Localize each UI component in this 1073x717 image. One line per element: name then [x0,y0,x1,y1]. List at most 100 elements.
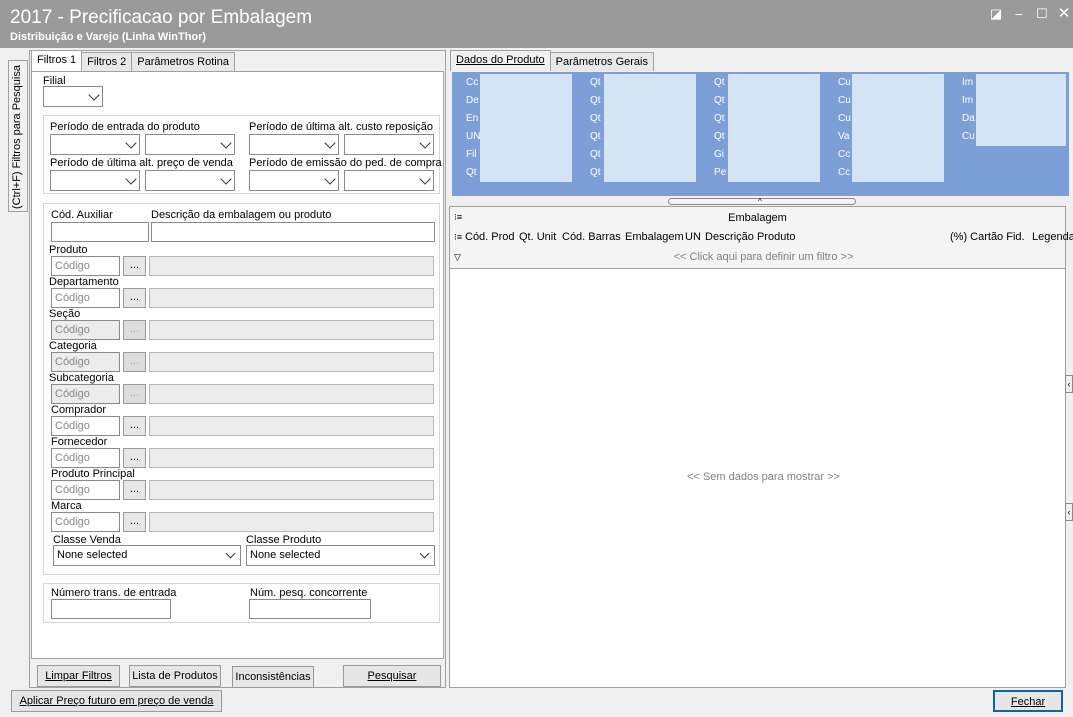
entrada-end-date[interactable] [145,134,235,155]
secao-label: Seção [49,308,81,320]
marca-description [149,512,434,532]
field-card: Gi [700,146,820,164]
chevron-down-icon [324,173,336,185]
field-label: Cc [824,164,852,182]
tab-dados-produto[interactable]: Dados do Produto [450,50,551,71]
inconsistencias-button[interactable]: Inconsistências [232,666,314,688]
periodo-ult-custo-label: Período de última alt. custo reposição [249,121,434,133]
limpar-filtros-button[interactable]: Limpar Filtros [37,665,120,687]
field-label: Qt [452,164,480,182]
maximize-icon[interactable]: ☐ [1033,6,1051,22]
desc-emb-input[interactable] [151,222,435,242]
secao-code-input[interactable]: Código [51,320,120,340]
cod-aux-label: Cód. Auxiliar [51,209,113,221]
preco-end-date[interactable] [145,170,235,191]
filter-hint[interactable]: << Click aqui para definir um filtro >> [450,251,1073,263]
chevron-down-icon [419,137,431,149]
subcategoria-lookup-button[interactable]: ... [123,384,146,404]
tab-parametros-rotina[interactable]: Parâmetros Rotina [131,52,235,71]
embalagem-grid[interactable]: ⁝≡ Embalagem ⁝≡ Cód. Prod Qt. Unit Cód. Ba… [449,206,1073,688]
field-card: Va [824,128,944,146]
close-icon[interactable]: ✕ [1055,6,1073,22]
product-data-cards: Cc De En UN Fil Qt Qt Qt Qt Qt Qt Qt Qt Qt Qt Qt Gi Pe Cu C… [452,72,1069,196]
fornecedor-code-input[interactable]: Código [51,448,120,468]
aplicar-preco-futuro-button[interactable]: Aplicar Preço futuro em preço de venda [11,690,222,712]
classe-venda-select[interactable]: None selected [53,545,241,566]
field-label: Qt [576,128,604,146]
column-header[interactable]: Legenda [1032,231,1073,243]
grid-header: ⁝≡ Embalagem ⁝≡ Cód. Prod Qt. Unit Cód. Ba… [450,207,1073,269]
field-card: Cu [948,128,1066,146]
field-label: UN [452,128,480,146]
column-header[interactable]: (%) Cartão Fid. [950,231,1025,243]
lista-produtos-button[interactable]: Lista de Produtos [129,665,221,687]
cod-aux-input[interactable] [51,222,149,242]
field-card: Qt [700,74,820,92]
subcategoria-code-input[interactable]: Código [51,384,120,404]
search-filters-side-tab[interactable]: (Ctrl+F) Filtros para Pesquisa [8,60,28,212]
column-header[interactable]: Descrição Produto [705,231,796,243]
tab-filtros-1[interactable]: Filtros 1 [31,50,83,71]
collapse-left-icon[interactable]: ‹ [1065,375,1073,393]
filial-combo[interactable] [43,86,103,107]
minimize-icon[interactable]: – [1010,6,1028,22]
produto-lookup-button[interactable]: ... [123,256,146,276]
emissao-end-date[interactable] [344,170,434,191]
tab-filtros-2[interactable]: Filtros 2 [81,52,133,71]
tab-parametros-gerais[interactable]: Parâmetros Gerais [549,52,654,71]
departamento-code-input[interactable]: Código [51,288,120,308]
splitter-handle[interactable]: ^ [668,197,856,206]
pesquisar-button[interactable]: Pesquisar [343,665,441,687]
field-card: Qt [452,164,572,182]
preco-start-date[interactable] [50,170,140,191]
field-card: Qt [700,110,820,128]
fechar-button[interactable]: Fechar [993,690,1063,712]
subcategoria-description [149,384,434,404]
restore-window-icon[interactable]: ◪ [987,6,1005,22]
custo-start-date[interactable] [249,134,339,155]
field-label: Cc [824,146,852,164]
marca-lookup-button[interactable]: ... [123,512,146,532]
product-tabs: Dados do Produto Parâmetros Gerais [450,50,654,73]
num-pesq-label: Núm. pesq. concorrente [250,587,368,599]
entrada-start-date[interactable] [50,134,140,155]
column-header[interactable]: UN [685,231,701,243]
produto-label: Produto [49,244,88,256]
column-header[interactable]: Qt. Unit [519,231,556,243]
departamento-lookup-button[interactable]: ... [123,288,146,308]
column-header[interactable]: Cód. Barras [562,231,621,243]
produto-code-input[interactable]: Código [51,256,120,276]
column-header[interactable]: Cód. Prod [465,231,515,243]
num-pesq-input[interactable] [249,599,371,619]
categoria-lookup-button[interactable]: ... [123,352,146,372]
field-label: Da [948,110,976,128]
column-header[interactable]: Embalagem [625,231,684,243]
comprador-code-input[interactable]: Código [51,416,120,436]
num-trans-input[interactable] [51,599,171,619]
fornecedor-lookup-button[interactable]: ... [123,448,146,468]
field-label: Qt [700,92,728,110]
departamento-code-placeholder: Código [55,292,90,304]
comprador-lookup-button[interactable]: ... [123,416,146,436]
inconsistencias-label: Inconsistências [235,671,311,683]
column-chooser-icon[interactable]: ⁝≡ [454,232,462,243]
classe-venda-value: None selected [57,549,128,561]
tab-dados-produto-label: Dados do Produto [456,54,545,66]
marca-code-input[interactable]: Código [51,512,120,532]
produto-principal-code-input[interactable]: Código [51,480,120,500]
chevron-down-icon [125,137,137,149]
field-label: Qt [576,74,604,92]
periodo-ult-preco-label: Período de última alt. preço de venda [50,157,233,169]
chevron-up-icon: ^ [758,197,762,206]
collapse-left-icon-2[interactable]: ‹ [1065,503,1073,521]
field-label: Cu [948,128,976,146]
limpar-filtros-label: Limpar Filtros [45,670,112,682]
custo-end-date[interactable] [344,134,434,155]
produto-principal-lookup-button[interactable]: ... [123,480,146,500]
emissao-start-date[interactable] [249,170,339,191]
title-bar: 2017 - Precificacao por Embalagem Distri… [0,0,1073,48]
secao-lookup-button[interactable]: ... [123,320,146,340]
classe-produto-select[interactable]: None selected [246,545,435,566]
categoria-code-input[interactable]: Código [51,352,120,372]
field-label: Qt [700,110,728,128]
